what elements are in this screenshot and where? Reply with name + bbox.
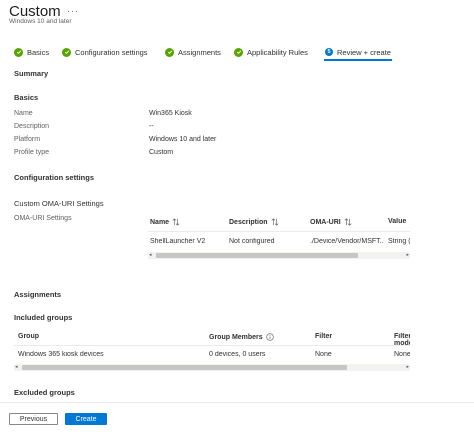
previous-button[interactable]: Previous	[9, 413, 58, 425]
step-review-create[interactable]: 5 Review + create	[325, 46, 391, 58]
sort-icon	[271, 218, 278, 226]
table-cell-value: String (XML file)	[388, 238, 410, 245]
active-step-indicator	[324, 59, 392, 61]
table-header-divider	[14, 345, 410, 346]
step-label: Assignments	[178, 47, 221, 57]
field-value: Custom	[149, 149, 174, 156]
horizontal-scrollbar[interactable]: ◂ ▸	[148, 252, 410, 259]
column-header-oma-uri[interactable]: OMA-URI	[310, 218, 352, 226]
scrollbar-thumb[interactable]	[22, 365, 347, 370]
more-options-button[interactable]: ···	[67, 6, 79, 16]
field-label: Platform	[14, 136, 41, 143]
oma-uri-settings-label: OMA-URI Settings	[14, 215, 72, 222]
column-label: Filter	[315, 333, 333, 340]
footer-divider	[0, 402, 474, 403]
step-applicability-rules[interactable]: Applicability Rules	[234, 46, 308, 58]
scroll-right-icon[interactable]: ▸	[406, 364, 409, 371]
field-value: Win365 Kiosk	[149, 110, 192, 117]
custom-oma-heading: Custom OMA-URI Settings	[14, 199, 104, 208]
sort-icon	[344, 218, 352, 226]
step-basics[interactable]: Basics	[14, 46, 49, 58]
column-header-filter: Filter	[315, 333, 332, 340]
field-value: --	[149, 123, 154, 130]
column-label: OMA-URI	[310, 218, 341, 226]
scrollbar-thumb[interactable]	[156, 253, 358, 258]
checkmark-circle-icon	[62, 47, 71, 57]
checkmark-circle-icon	[14, 47, 23, 57]
horizontal-scrollbar[interactable]: ◂ ▸	[14, 364, 410, 371]
field-label: Profile type	[14, 149, 50, 156]
table-cell-description: Not configured	[229, 238, 275, 245]
checkmark-circle-icon	[234, 47, 243, 57]
column-label: Description	[229, 218, 268, 226]
step-configuration-settings[interactable]: Configuration settings	[62, 46, 148, 58]
table-header-divider	[148, 231, 410, 232]
table-cell-members: 0 devices, 0 users	[209, 351, 266, 358]
basics-heading: Basics	[14, 93, 39, 102]
step-label: Basics	[27, 47, 50, 57]
table-cell-group: Windows 365 kiosk devices	[18, 351, 104, 358]
excluded-groups-heading: Excluded groups	[14, 388, 75, 397]
step-assignments[interactable]: Assignments	[165, 46, 221, 58]
scroll-left-icon[interactable]: ◂	[15, 364, 18, 371]
included-groups-heading: Included groups	[14, 313, 73, 322]
summary-heading: Summary	[14, 69, 49, 78]
step-label: Configuration settings	[75, 47, 148, 57]
column-header-description[interactable]: Description	[229, 218, 279, 226]
checkmark-circle-icon	[165, 47, 174, 57]
table-cell-filter: None	[315, 351, 332, 358]
step-label: Review + create	[337, 47, 391, 57]
create-button[interactable]: Create	[65, 413, 107, 425]
page-subtitle: Windows 10 and later	[9, 18, 72, 25]
sort-icon	[172, 218, 180, 226]
column-label: Value	[388, 218, 407, 225]
assignments-heading: Assignments	[14, 290, 62, 299]
column-header-value[interactable]: Value	[388, 218, 408, 225]
table-cell-oma-uri: ./Device/Vendor/MSFT...	[310, 238, 384, 245]
step-number-badge: 5	[325, 48, 333, 56]
configuration-heading: Configuration settings	[14, 173, 94, 182]
field-value: Windows 10 and later	[149, 136, 217, 143]
table-cell-name: ShellLauncher V2	[150, 238, 206, 245]
scroll-right-icon[interactable]: ▸	[406, 252, 409, 259]
step-label: Applicability Rules	[247, 47, 308, 57]
column-label: Name	[150, 218, 170, 226]
table-cell-filter-mode: None	[394, 351, 410, 358]
column-label: Group Members	[209, 333, 263, 341]
column-header-group-members: Group Members	[209, 333, 274, 341]
column-header-name[interactable]: Name	[150, 218, 180, 226]
scroll-left-icon[interactable]: ◂	[149, 252, 152, 259]
field-label: Name	[14, 110, 33, 117]
field-label: Description	[14, 123, 50, 130]
info-circle-icon[interactable]	[266, 333, 274, 341]
column-label: Group	[18, 333, 39, 340]
column-header-group: Group	[18, 333, 39, 340]
